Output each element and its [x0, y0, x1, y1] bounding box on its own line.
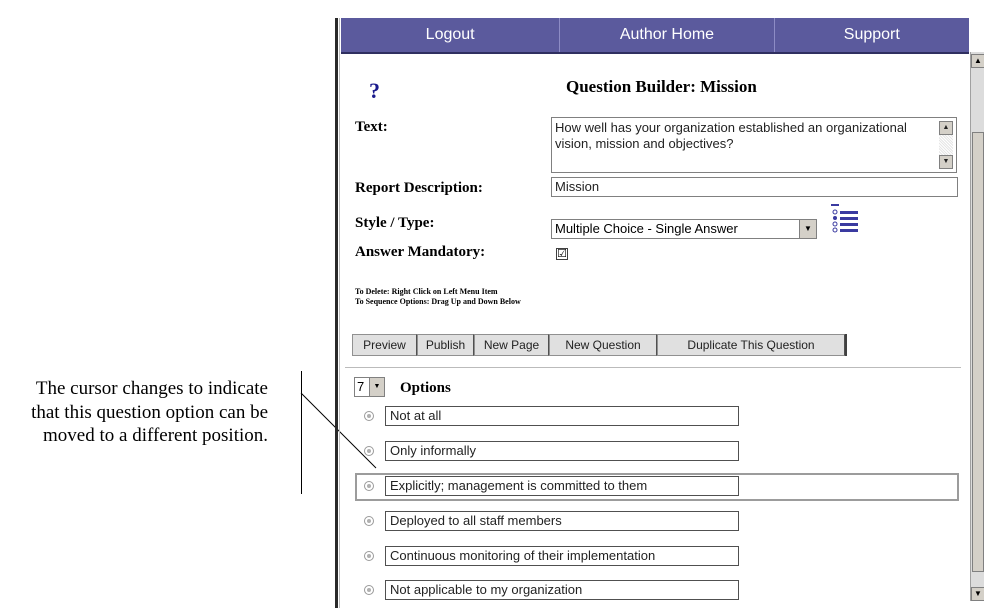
- chevron-down-icon[interactable]: ▼: [369, 378, 384, 396]
- scrollbar-thumb[interactable]: [972, 132, 984, 572]
- publish-button[interactable]: Publish: [417, 334, 474, 356]
- textarea-scroll-down-icon[interactable]: ▼: [939, 155, 953, 169]
- hint-sequence: To Sequence Options: Drag Up and Down Be…: [355, 297, 521, 306]
- report-description-field[interactable]: Mission: [551, 177, 958, 197]
- action-toolbar: Preview Publish New Page New Question Du…: [352, 334, 847, 356]
- nav-support[interactable]: Support: [775, 18, 969, 52]
- option-row[interactable]: Continuous monitoring of their implement…: [355, 543, 959, 571]
- option-row-dragging[interactable]: Explicitly; management is committed to t…: [355, 473, 959, 501]
- option-text-field[interactable]: Not applicable to my organization: [385, 580, 739, 600]
- list-style-icon[interactable]: [831, 204, 859, 234]
- question-text-field[interactable]: How well has your organization establish…: [551, 117, 957, 173]
- options-count-value: 7: [357, 379, 365, 394]
- style-type-select[interactable]: Multiple Choice - Single Answer ▼: [551, 219, 817, 239]
- text-label: Text:: [355, 119, 388, 135]
- page-title: Question Builder: Mission: [566, 77, 757, 96]
- chevron-down-icon[interactable]: ▼: [799, 220, 816, 238]
- style-type-label: Style / Type:: [355, 215, 435, 231]
- option-text-field[interactable]: Not at all: [385, 406, 739, 426]
- radio-button[interactable]: [364, 481, 374, 491]
- options-label: Options: [400, 380, 451, 396]
- radio-button[interactable]: [364, 516, 374, 526]
- instructions: To Delete: Right Click on Left Menu Item…: [355, 287, 521, 307]
- scroll-up-arrow-icon[interactable]: ▲: [971, 54, 984, 68]
- radio-button[interactable]: [364, 551, 374, 561]
- nav-logout[interactable]: Logout: [341, 18, 561, 52]
- divider: [345, 367, 961, 368]
- option-text-field[interactable]: Explicitly; management is committed to t…: [385, 476, 739, 496]
- option-text-field[interactable]: Only informally: [385, 441, 739, 461]
- new-question-button[interactable]: New Question: [549, 334, 657, 356]
- option-text-field[interactable]: Deployed to all staff members: [385, 511, 739, 531]
- duplicate-question-button[interactable]: Duplicate This Question: [657, 334, 845, 356]
- window-frame: [335, 18, 338, 608]
- report-description-label: Report Description:: [355, 180, 483, 196]
- textarea-scroll-track[interactable]: [939, 135, 953, 155]
- radio-button[interactable]: [364, 446, 374, 456]
- radio-button[interactable]: [364, 411, 374, 421]
- textarea-scroll-up-icon[interactable]: ▲: [939, 121, 953, 135]
- nav-author-home[interactable]: Author Home: [560, 18, 775, 52]
- style-type-value: Multiple Choice - Single Answer: [555, 221, 738, 236]
- options-count-select[interactable]: 7 ▼: [354, 377, 385, 397]
- textarea-scrollbar[interactable]: ▲ ▼: [939, 121, 953, 169]
- option-row[interactable]: Only informally: [355, 438, 959, 466]
- page-scrollbar[interactable]: ▲ ▼: [970, 52, 984, 601]
- scroll-down-arrow-icon[interactable]: ▼: [971, 587, 984, 601]
- preview-button[interactable]: Preview: [352, 334, 417, 356]
- option-text-field[interactable]: Continuous monitoring of their implement…: [385, 546, 739, 566]
- question-text-value: How well has your organization establish…: [555, 120, 907, 151]
- option-row[interactable]: Deployed to all staff members: [355, 508, 959, 536]
- hint-delete: To Delete: Right Click on Left Menu Item: [355, 287, 498, 296]
- checkmark-icon: ☑: [557, 248, 567, 260]
- answer-mandatory-checkbox[interactable]: ☑: [556, 248, 568, 260]
- new-page-button[interactable]: New Page: [474, 334, 549, 356]
- question-mark-icon[interactable]: ?: [369, 78, 380, 104]
- option-row[interactable]: Not at all: [355, 403, 959, 431]
- radio-button[interactable]: [364, 585, 374, 595]
- window-frame-inner: [339, 18, 340, 608]
- answer-mandatory-label: Answer Mandatory:: [355, 244, 486, 260]
- top-nav: Logout Author Home Support: [341, 18, 969, 54]
